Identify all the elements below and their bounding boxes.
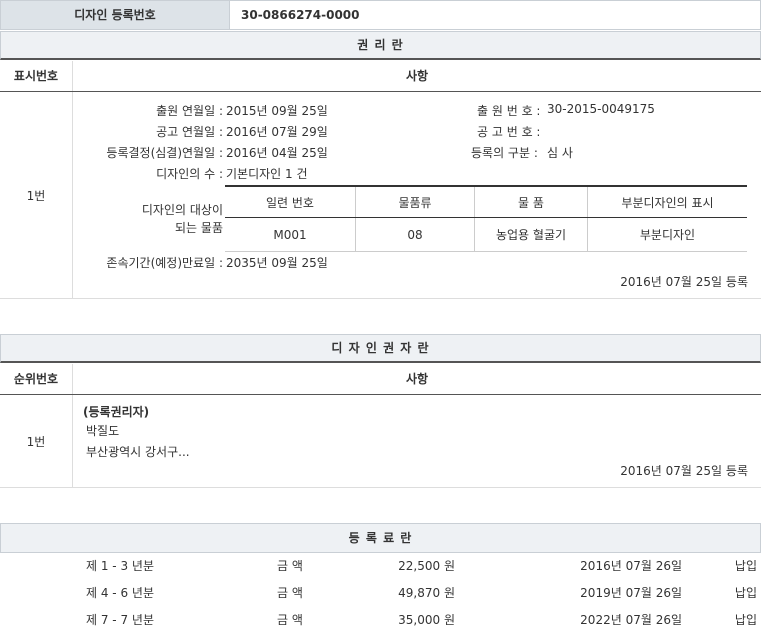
rights-row-number: 1번 bbox=[26, 189, 46, 203]
application-date-label: 출원 연월일 : bbox=[156, 104, 223, 118]
decision-date-label: 등록결정(심결)연월일 : bbox=[106, 146, 223, 160]
fee-period: 제 1 - 3 년분 bbox=[86, 559, 154, 573]
publication-date: 2016년 07월 29일 bbox=[226, 125, 328, 139]
goods-header-partial-design: 부분디자인의 표시 bbox=[587, 185, 747, 218]
registration-number-bar: 디자인 등록번호 30-0866274-0000 bbox=[0, 0, 761, 30]
holder-registration-note: 2016년 07월 25일 등록 bbox=[620, 464, 748, 478]
fee-amount-label: 금 액 bbox=[277, 559, 303, 573]
fee-period: 제 7 - 7 년분 bbox=[86, 613, 154, 627]
fee-amount: 49,870 원 bbox=[398, 586, 455, 600]
fee-payment-date: 2022년 07월 26일 bbox=[580, 613, 682, 627]
fee-payment-date: 2019년 07월 26일 bbox=[580, 586, 682, 600]
application-number-label: 출 원 번 호 : bbox=[477, 104, 541, 118]
rights-section-title: 권 리 란 bbox=[0, 31, 761, 60]
publication-date-label: 공고 연월일 : bbox=[156, 125, 223, 139]
column-details: 사항 bbox=[405, 69, 429, 83]
goods-header-article: 물 품 bbox=[474, 185, 588, 218]
fee-period: 제 4 - 6 년분 bbox=[86, 586, 154, 600]
fees-section-title: 등 록 료 란 bbox=[0, 523, 761, 553]
fee-amount-label: 금 액 bbox=[277, 613, 303, 627]
fee-amount: 22,500 원 bbox=[398, 559, 455, 573]
rights-column-header: 표시번호 사항 bbox=[0, 61, 761, 92]
publication-number-label: 공 고 번 호 : bbox=[477, 125, 541, 139]
goods-table-header: 일련 번호 물품류 물 품 부분디자인의 표시 bbox=[225, 185, 747, 218]
registration-number-value: 30-0866274-0000 bbox=[241, 8, 360, 22]
holder-name: 박질도 bbox=[86, 424, 120, 438]
expiry-date-label: 존속기간(예정)만료일 : bbox=[106, 256, 223, 270]
holder-section-title: 디 자 인 권 자 란 bbox=[0, 334, 761, 363]
expiry-date: 2035년 09월 25일 bbox=[226, 256, 328, 270]
fee-amount-label: 금 액 bbox=[277, 586, 303, 600]
goods-header-serial: 일련 번호 bbox=[225, 185, 356, 218]
rights-row: 1번 출원 연월일 : 2015년 09월 25일 출 원 번 호 : 30-2… bbox=[0, 92, 761, 299]
fee-row: 제 4 - 6 년분 금 액 49,870 원 2019년 07월 26일 납입 bbox=[0, 580, 761, 606]
holder-row: 1번 (등록권리자) 박질도 부산광역시 강서구... 2016년 07월 25… bbox=[0, 395, 761, 488]
fee-row: 제 1 - 3 년분 금 액 22,500 원 2016년 07월 26일 납입 bbox=[0, 553, 761, 579]
registration-type-label: 등록의 구분 : bbox=[471, 146, 538, 160]
goods-header-class: 물품류 bbox=[355, 185, 475, 218]
goods-serial: M001 bbox=[225, 217, 356, 252]
design-count-label: 디자인의 수 : bbox=[156, 167, 223, 181]
goods-label-line-2: 되는 물품 bbox=[175, 221, 223, 235]
holder-row-number: 1번 bbox=[26, 435, 46, 449]
goods-table: 일련 번호 물품류 물 품 부분디자인의 표시 M001 08 농업용 혈굴기 … bbox=[225, 185, 747, 252]
fee-status: 납입 bbox=[734, 559, 757, 573]
goods-partial-design: 부분디자인 bbox=[587, 217, 747, 252]
fee-amount: 35,000 원 bbox=[398, 613, 455, 627]
fee-payment-date: 2016년 07월 26일 bbox=[580, 559, 682, 573]
table-row: M001 08 농업용 혈굴기 부분디자인 bbox=[225, 217, 747, 252]
application-number: 30-2015-0049175 bbox=[547, 102, 655, 116]
fee-status: 납입 bbox=[734, 586, 757, 600]
holder-type: (등록권리자) bbox=[83, 405, 150, 419]
rights-registration-note: 2016년 07월 25일 등록 bbox=[620, 275, 748, 289]
column-details: 사항 bbox=[405, 372, 429, 386]
registration-type: 심 사 bbox=[547, 146, 573, 160]
fee-status: 납입 bbox=[734, 613, 757, 627]
column-rank-number: 순위번호 bbox=[0, 364, 73, 394]
goods-class: 08 bbox=[355, 217, 475, 252]
decision-date: 2016년 04월 25일 bbox=[226, 146, 328, 160]
registration-number-label: 디자인 등록번호 bbox=[1, 1, 230, 29]
holder-address: 부산광역시 강서구... bbox=[86, 445, 190, 459]
fee-row: 제 7 - 7 년분 금 액 35,000 원 2022년 07월 26일 납입 bbox=[0, 607, 761, 633]
goods-article: 농업용 혈굴기 bbox=[474, 217, 588, 252]
goods-label-line-1: 디자인의 대상이 bbox=[141, 203, 223, 217]
application-date: 2015년 09월 25일 bbox=[226, 104, 328, 118]
design-count: 기본디자인 1 건 bbox=[226, 167, 308, 181]
column-display-number: 표시번호 bbox=[0, 61, 73, 91]
holder-column-header: 순위번호 사항 bbox=[0, 364, 761, 395]
